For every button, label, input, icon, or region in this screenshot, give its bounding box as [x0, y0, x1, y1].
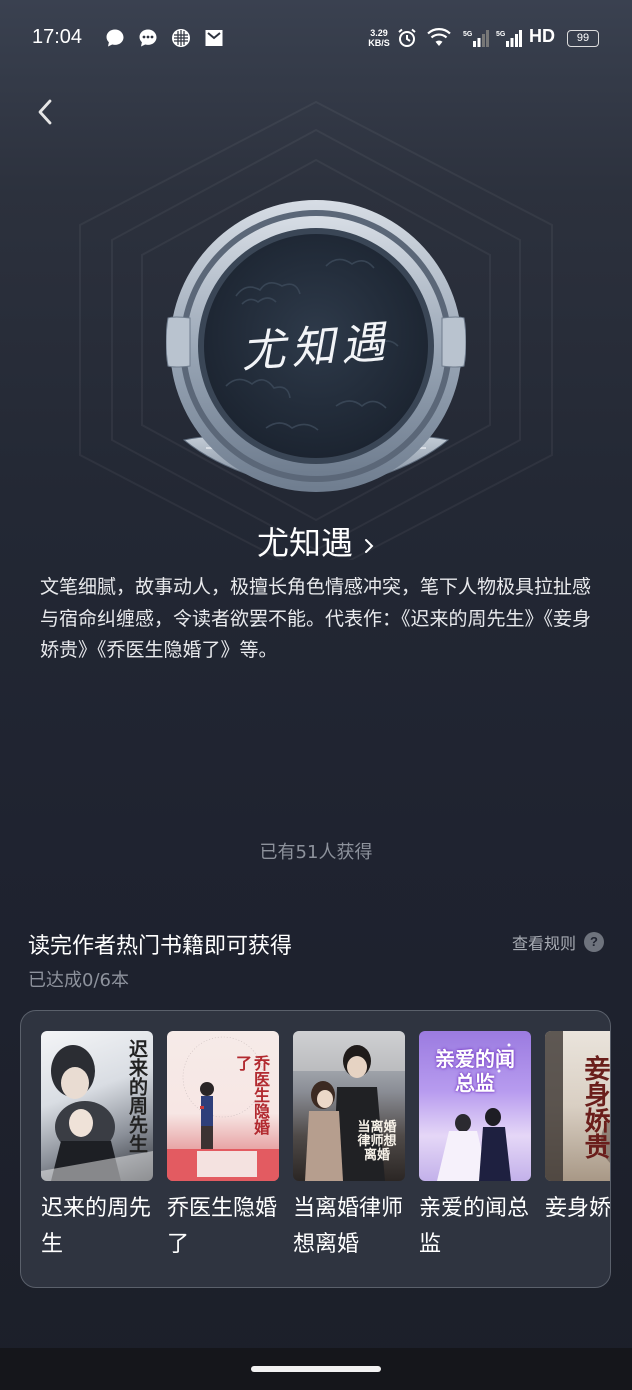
- cover-title: 乔医生隐婚了: [233, 1055, 270, 1135]
- cover-title: 妾身娇贵: [580, 1055, 610, 1159]
- book-title: 乔医生隐婚了: [167, 1196, 278, 1257]
- signal-2-label: 5G: [496, 31, 506, 38]
- book-item[interactable]: 迟来的周先生 迟来的周先生: [41, 1031, 153, 1263]
- book-title: 妾身娇贵: [545, 1196, 611, 1221]
- author-name-link[interactable]: 尤知遇: [0, 518, 632, 564]
- book-cover: 当离婚律师想离婚: [293, 1031, 405, 1181]
- signal-icon: 5G: [463, 30, 489, 47]
- book-title: 当离婚律师想离婚: [293, 1196, 404, 1257]
- badge-signature: 尤知遇: [240, 317, 393, 378]
- book-cover: 妾身娇贵: [545, 1031, 610, 1181]
- net-speed: 3.29 KB/S: [366, 28, 392, 48]
- book-item[interactable]: 当离婚律师想离婚 当离婚律师想离婚: [293, 1031, 405, 1263]
- view-rules-button[interactable]: 查看规则 ?: [512, 930, 604, 954]
- mail-icon: [205, 30, 223, 46]
- battery-indicator: 99: [567, 30, 599, 47]
- message-dots-icon: [139, 29, 157, 47]
- chevron-right-icon: [365, 538, 374, 553]
- net-speed-value: 3.29: [370, 28, 388, 38]
- earned-count: 已有51人获得: [259, 842, 373, 863]
- chat-bubble-icon: [106, 29, 124, 47]
- cover-title: 亲爱的闻总监: [435, 1047, 515, 1095]
- book-cover: 乔医生隐婚了: [167, 1031, 279, 1181]
- book-title: 亲爱的闻总监: [419, 1196, 530, 1257]
- wifi-icon: [427, 28, 451, 46]
- author-medal-badge: 尤知遇: [166, 200, 466, 492]
- cover-title: 当离婚律师想离婚: [357, 1120, 397, 1163]
- cover-title: 迟来的周先生: [126, 1039, 148, 1153]
- net-speed-unit: KB/S: [368, 38, 390, 48]
- status-bar: 17:04 3.29 KB/S 5G 5G HD 99: [0, 0, 632, 76]
- book-item[interactable]: 妾身娇贵 妾身娇贵: [545, 1031, 611, 1227]
- network-grid-icon: [172, 29, 190, 47]
- signal-icon: 5G: [496, 30, 522, 47]
- book-cover: 亲爱的闻总监: [419, 1031, 531, 1181]
- signal-1-label: 5G: [463, 31, 473, 38]
- task-title: 读完作者热门书籍即可获得: [28, 934, 293, 959]
- book-title: 迟来的周先生: [41, 1196, 152, 1257]
- author-description: 文笔细腻，故事动人，极擅长角色情感冲突，笔下人物极具拉扯感与宿命纠缠感，令读者欲…: [40, 576, 592, 661]
- question-mark-icon: ?: [584, 932, 604, 952]
- books-carousel[interactable]: 迟来的周先生 迟来的周先生 乔医生隐婚了 乔医生隐婚了 当离婚律师想离婚 当离婚…: [20, 1010, 611, 1288]
- author-name: 尤知遇: [256, 524, 353, 562]
- rules-label: 查看规则: [511, 934, 576, 953]
- task-progress: 已达成0/6本: [28, 970, 129, 991]
- book-item[interactable]: 乔医生隐婚了 乔医生隐婚了: [167, 1031, 279, 1263]
- status-time: 17:04: [32, 26, 83, 48]
- book-item[interactable]: 亲爱的闻总监 亲爱的闻总监: [419, 1031, 531, 1263]
- home-indicator[interactable]: [251, 1366, 381, 1372]
- hd-label: HD: [529, 26, 555, 46]
- alarm-icon: [398, 28, 416, 47]
- book-cover: 迟来的周先生: [41, 1031, 153, 1181]
